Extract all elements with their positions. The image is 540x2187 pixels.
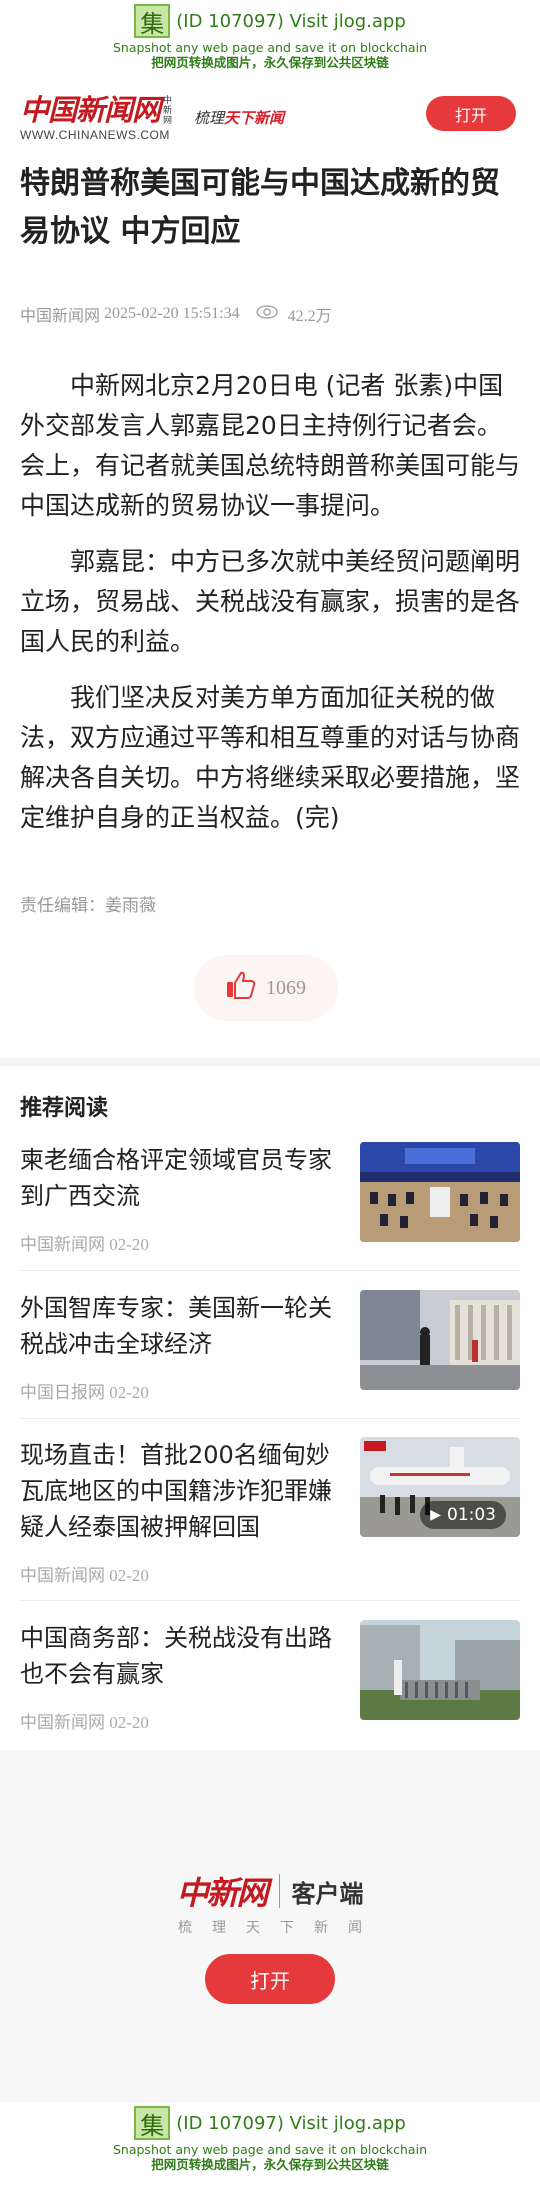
snapshot-caption-en: Snapshot any web page and save it on blo… (112, 2142, 427, 2157)
snapshot-id-text[interactable]: (ID 107097) Visit jlog.app (176, 2113, 406, 2134)
app-footer: 中新网 客户端 梳理天下新闻 打开 (0, 1750, 540, 2102)
snapshot-banner: 集 (ID 107097) Visit jlog.app Snapshot an… (0, 0, 540, 75)
news-thumbnail[interactable]: ▶ 01:03 (360, 1437, 520, 1537)
list-item[interactable]: 外国智库专家：美国新一轮关税战冲击全球经济 中国日报网 02-20 (20, 1290, 520, 1420)
snapshot-caption-zh: 把网页转换成图片，永久保存到公共区块链 (151, 2157, 389, 2172)
news-source: 中国新闻网 02-20 (20, 1566, 149, 1585)
site-slogan: 梳理天下新闻 (194, 107, 284, 128)
news-title[interactable]: 现场直击！首批200名缅甸妙瓦底地区的中国籍涉诈犯罪嫌疑人经泰国被押解回国 (20, 1437, 340, 1545)
like-count: 1069 (266, 976, 306, 999)
view-count: 42.2万 (287, 308, 332, 325)
list-item[interactable]: 中国商务部：关税战没有出路也不会有赢家 中国新闻网 02-20 (20, 1620, 520, 1745)
slogan-part-b: 天下新闻 (224, 109, 285, 127)
jlog-logo-icon: 集 (134, 4, 171, 38)
news-title[interactable]: 柬老缅合格评定领域官员专家到广西交流 (20, 1142, 340, 1214)
brand-sub: 中新网 (163, 95, 173, 126)
footer-brand: 中新网 (176, 1874, 268, 1912)
snapshot-caption-zh: 把网页转换成图片，永久保存到公共区块链 (151, 55, 389, 70)
article-paragraph: 郭嘉昆：中方已多次就中美经贸问题阐明立场，贸易战、关税战没有赢家，损害的是各国人… (20, 547, 521, 656)
news-source: 中国日报网 02-20 (20, 1383, 149, 1402)
news-thumbnail[interactable] (360, 1620, 520, 1720)
news-thumbnail[interactable] (360, 1290, 520, 1390)
article-paragraph: 我们坚决反对美方单方面加征关税的做法，双方应通过平等和相互尊重的对话与协商解决各… (20, 683, 521, 832)
play-icon: ▶ (430, 1507, 441, 1523)
brand-url: WWW.CHINANEWS.COM (20, 127, 170, 142)
list-item[interactable]: 现场直击！首批200名缅甸妙瓦底地区的中国籍涉诈犯罪嫌疑人经泰国被押解回国 中国… (20, 1437, 520, 1602)
video-duration-badge: ▶ 01:03 (420, 1501, 506, 1529)
news-source: 中国新闻网 02-20 (20, 1235, 149, 1254)
article-paragraph: 中新网北京2月20日电 (记者 张素)中国外交部发言人郭嘉昆20日主持例行记者会… (20, 371, 521, 520)
site-logo[interactable]: 中国新闻网 中新网 WWW.CHINANEWS.COM (20, 94, 174, 142)
article-datetime: 2025-02-20 15:51:34 (104, 305, 240, 322)
footer-client-label: 客户端 (291, 1879, 364, 1908)
open-app-button[interactable]: 打开 (426, 96, 516, 131)
brand-name: 中国新闻网 (20, 92, 161, 127)
footer-open-app-button[interactable]: 打开 (205, 1954, 335, 2004)
snapshot-banner-bottom: 集 (ID 107097) Visit jlog.app Snapshot an… (0, 2102, 540, 2177)
article-title: 特朗普称美国可能与中国达成新的贸易协议 中方回应 (20, 166, 500, 249)
like-button[interactable]: 1069 (194, 955, 338, 1021)
jlog-logo-icon: 集 (134, 2106, 171, 2140)
article-meta: 中国新闻网 2025-02-20 15:51:34 42.2万 (20, 302, 332, 326)
snapshot-caption-en: Snapshot any web page and save it on blo… (112, 40, 427, 55)
article-source: 中国新闻网 (20, 308, 101, 325)
eye-icon (255, 304, 278, 324)
article-editor: 责任编辑：姜雨薇 (20, 896, 156, 916)
news-title[interactable]: 外国智库专家：美国新一轮关税战冲击全球经济 (20, 1290, 340, 1362)
news-title[interactable]: 中国商务部：关税战没有出路也不会有赢家 (20, 1620, 340, 1692)
footer-logo-divider (278, 1874, 280, 1908)
news-thumbnail[interactable] (360, 1142, 520, 1242)
list-item[interactable]: 柬老缅合格评定领域官员专家到广西交流 中国新闻网 02-20 (20, 1142, 520, 1272)
footer-logo: 中新网 客户端 (0, 1868, 540, 1914)
recommend-heading: 推荐阅读 (20, 1096, 109, 1121)
list-separator (20, 1418, 520, 1419)
site-header: 中国新闻网 中新网 WWW.CHINANEWS.COM 梳理天下新闻 打开 (0, 75, 540, 160)
slogan-part-a: 梳理 (194, 109, 225, 127)
thumbs-up-icon (226, 971, 256, 1005)
video-duration: 01:03 (447, 1505, 496, 1525)
list-separator (20, 1270, 520, 1271)
article-body: 中新网北京2月20日电 (记者 张素)中国外交部发言人郭嘉昆20日主持例行记者会… (20, 366, 520, 854)
snapshot-id-text[interactable]: (ID 107097) Visit jlog.app (176, 11, 406, 32)
list-separator (20, 1600, 520, 1601)
news-source: 中国新闻网 02-20 (20, 1713, 149, 1732)
footer-slogan: 梳理天下新闻 (178, 1920, 382, 1936)
section-divider (0, 1058, 540, 1066)
